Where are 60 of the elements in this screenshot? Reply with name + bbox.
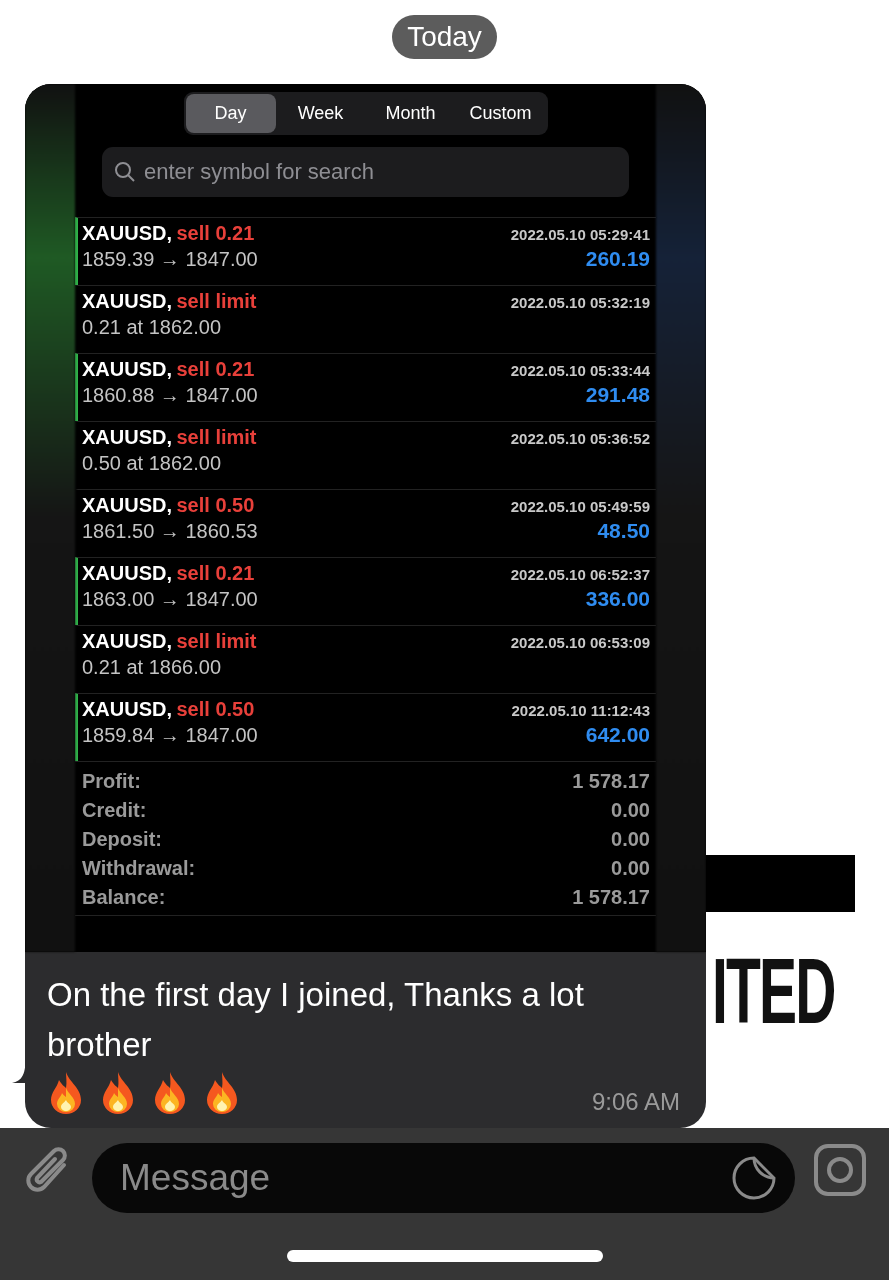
symbol-label: XAUUSD, bbox=[82, 358, 172, 380]
trade-time: 2022.05.10 06:52:37 bbox=[510, 566, 650, 583]
sticker-icon[interactable] bbox=[731, 1155, 777, 1201]
symbol-label: XAUUSD, bbox=[82, 426, 172, 448]
summary-value: 1 578.17 bbox=[572, 886, 650, 909]
trade-action: sell limit bbox=[176, 426, 257, 448]
trade-detail: 1859.84 → 1847.00 bbox=[82, 724, 258, 747]
symbol-label: XAUUSD, bbox=[82, 562, 172, 584]
symbol-label: XAUUSD, bbox=[82, 630, 172, 652]
summary-label: Credit: bbox=[82, 799, 147, 822]
date-pill: Today bbox=[392, 15, 497, 59]
symbol-label: XAUUSD, bbox=[82, 698, 172, 720]
trade-time: 2022.05.10 05:49:59 bbox=[510, 498, 650, 515]
trade-detail: 0.21 at 1866.00 bbox=[82, 656, 221, 679]
summary-label: Withdrawal: bbox=[82, 857, 196, 880]
trade-detail: 1861.50 → 1860.53 bbox=[82, 520, 258, 543]
period-tab[interactable]: Month bbox=[365, 94, 456, 133]
trade-action: sell limit bbox=[176, 630, 257, 652]
trade-action: sell 0.21 bbox=[176, 562, 255, 584]
trade-time: 2022.05.10 05:33:44 bbox=[510, 362, 650, 379]
trade-action: sell 0.21 bbox=[176, 222, 255, 244]
period-tab[interactable]: Day bbox=[185, 94, 276, 133]
summary-value: 0.00 bbox=[611, 799, 650, 822]
summary-label: Deposit: bbox=[82, 828, 162, 851]
period-tab[interactable]: Week bbox=[275, 94, 366, 133]
trade-time: 2022.05.10 11:12:43 bbox=[511, 702, 650, 719]
search-field[interactable]: enter symbol for search bbox=[102, 147, 629, 197]
trade-action: sell limit bbox=[176, 290, 257, 312]
trade-time: 2022.05.10 06:53:09 bbox=[510, 634, 650, 651]
symbol-label: XAUUSD, bbox=[82, 290, 172, 312]
trade-action: sell 0.21 bbox=[176, 358, 255, 380]
trade-profit: 336.00 bbox=[585, 587, 650, 611]
symbol-label: XAUUSD, bbox=[82, 222, 172, 244]
trade-profit: 48.50 bbox=[597, 519, 650, 543]
summary-label: Balance: bbox=[82, 886, 166, 909]
summary-value: 0.00 bbox=[611, 828, 650, 851]
trade-detail: 1863.00 → 1847.00 bbox=[82, 588, 258, 611]
summary-value: 0.00 bbox=[611, 857, 650, 880]
trade-profit: 291.48 bbox=[585, 383, 650, 407]
trade-detail: 0.50 at 1862.00 bbox=[82, 452, 221, 475]
wallpaper-text: ITED bbox=[712, 945, 835, 1037]
trade-time: 2022.05.10 05:32:19 bbox=[510, 294, 650, 311]
trade-profit: 260.19 bbox=[585, 247, 650, 271]
trade-action: sell 0.50 bbox=[176, 698, 255, 720]
trade-time: 2022.05.10 05:29:41 bbox=[510, 226, 650, 243]
trade-time: 2022.05.10 05:36:52 bbox=[510, 430, 650, 447]
symbol-label: XAUUSD, bbox=[82, 494, 172, 516]
message-text: On the first day I joined, Thanks a lot brother bbox=[47, 975, 585, 1065]
search-icon bbox=[114, 161, 136, 183]
camera-icon[interactable] bbox=[813, 1143, 867, 1197]
summary-value: 1 578.17 bbox=[572, 770, 650, 793]
period-tab[interactable]: Custom bbox=[455, 94, 546, 133]
summary-label: Profit: bbox=[82, 770, 141, 793]
trade-action: sell 0.50 bbox=[176, 494, 255, 516]
trade-detail: 1859.39 → 1847.00 bbox=[82, 248, 258, 271]
message-time: 9:06 AM bbox=[591, 1088, 680, 1116]
trade-detail: 0.21 at 1862.00 bbox=[82, 316, 221, 339]
message-input[interactable]: Message bbox=[92, 1143, 795, 1213]
trade-detail: 1860.88 → 1847.00 bbox=[82, 384, 258, 407]
trade-profit: 642.00 bbox=[585, 723, 650, 747]
